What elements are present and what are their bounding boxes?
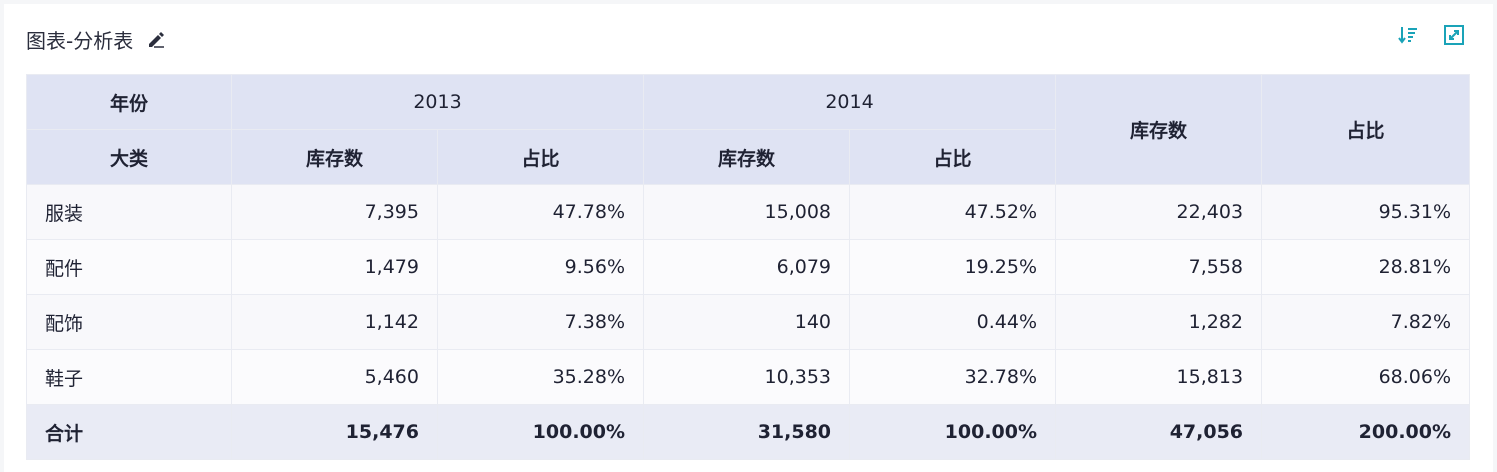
expand-fullscreen-icon[interactable] <box>1441 22 1467 48</box>
table-cell: 7.38% <box>436 294 645 350</box>
table-cell: 6,079 <box>643 239 851 295</box>
year-header-2013[interactable]: 2013 <box>230 74 645 130</box>
metric-header-stock[interactable]: 库存数 <box>231 129 438 185</box>
table-row: 鞋子 5,460 35.28% 10,353 32.78% 15,813 68.… <box>26 349 1471 405</box>
widget-title: 图表-分析表 <box>26 28 134 53</box>
table-cell: 9.56% <box>436 239 645 295</box>
pivot-table-container: 年份 2013 2014 库存数 占比 大类 库存数 占比 库存数 占比 服装 <box>26 74 1471 460</box>
metric-header-stock[interactable]: 库存数 <box>643 129 851 185</box>
table-cell: 68.06% <box>1261 349 1471 405</box>
metric-header-ratio[interactable]: 占比 <box>849 129 1057 185</box>
table-cell: 95.31% <box>1261 184 1471 240</box>
table-cell: 19.25% <box>849 239 1057 295</box>
widget-toolbar <box>1395 22 1467 48</box>
table-cell: 47.52% <box>849 184 1057 240</box>
widget-header: 图表-分析表 <box>26 22 167 56</box>
column-dimension-header: 大类 <box>26 129 232 185</box>
table-cell: 15,813 <box>1055 349 1263 405</box>
row-label: 服装 <box>26 184 232 240</box>
total-cell: 47,056 <box>1055 404 1263 460</box>
table-cell: 22,403 <box>1055 184 1263 240</box>
edit-pen-icon[interactable] <box>145 28 167 50</box>
table-cell: 7,558 <box>1055 239 1263 295</box>
total-cell: 100.00% <box>436 404 645 460</box>
table-cell: 15,008 <box>643 184 851 240</box>
total-stock-header[interactable]: 库存数 <box>1055 74 1263 185</box>
table-cell: 28.81% <box>1261 239 1471 295</box>
table-cell: 47.78% <box>436 184 645 240</box>
table-cell: 0.44% <box>849 294 1057 350</box>
header-row-years: 年份 2013 2014 库存数 占比 <box>26 74 1471 185</box>
total-row-label: 合计 <box>26 404 232 460</box>
table-cell: 140 <box>643 294 851 350</box>
row-label: 配件 <box>26 239 232 295</box>
total-cell: 100.00% <box>849 404 1057 460</box>
table-cell: 1,142 <box>231 294 438 350</box>
total-cell: 200.00% <box>1261 404 1471 460</box>
total-cell: 15,476 <box>231 404 438 460</box>
row-label: 鞋子 <box>26 349 232 405</box>
row-label: 配饰 <box>26 294 232 350</box>
table-cell: 10,353 <box>643 349 851 405</box>
total-cell: 31,580 <box>643 404 851 460</box>
year-header-2014[interactable]: 2014 <box>643 74 1057 130</box>
table-row: 配饰 1,142 7.38% 140 0.44% 1,282 7.82% <box>26 294 1471 350</box>
table-cell: 7.82% <box>1261 294 1471 350</box>
table-cell: 7,395 <box>231 184 438 240</box>
analysis-table-widget: 图表-分析表 年份 2013 2014 库存数 占比 大类 库存数 占比 库存数… <box>4 4 1493 472</box>
table-row: 配件 1,479 9.56% 6,079 19.25% 7,558 28.81% <box>26 239 1471 295</box>
table-cell: 1,479 <box>231 239 438 295</box>
table-cell: 1,282 <box>1055 294 1263 350</box>
table-cell: 35.28% <box>436 349 645 405</box>
pivot-table: 年份 2013 2014 库存数 占比 大类 库存数 占比 库存数 占比 服装 <box>26 74 1471 460</box>
table-row: 服装 7,395 47.78% 15,008 47.52% 22,403 95.… <box>26 184 1471 240</box>
table-cell: 5,460 <box>231 349 438 405</box>
row-dimension-header: 年份 <box>26 74 232 130</box>
total-row: 合计 15,476 100.00% 31,580 100.00% 47,056 … <box>26 404 1471 460</box>
sort-descending-icon[interactable] <box>1395 22 1421 48</box>
table-cell: 32.78% <box>849 349 1057 405</box>
metric-header-ratio[interactable]: 占比 <box>436 129 645 185</box>
total-ratio-header[interactable]: 占比 <box>1261 74 1471 185</box>
